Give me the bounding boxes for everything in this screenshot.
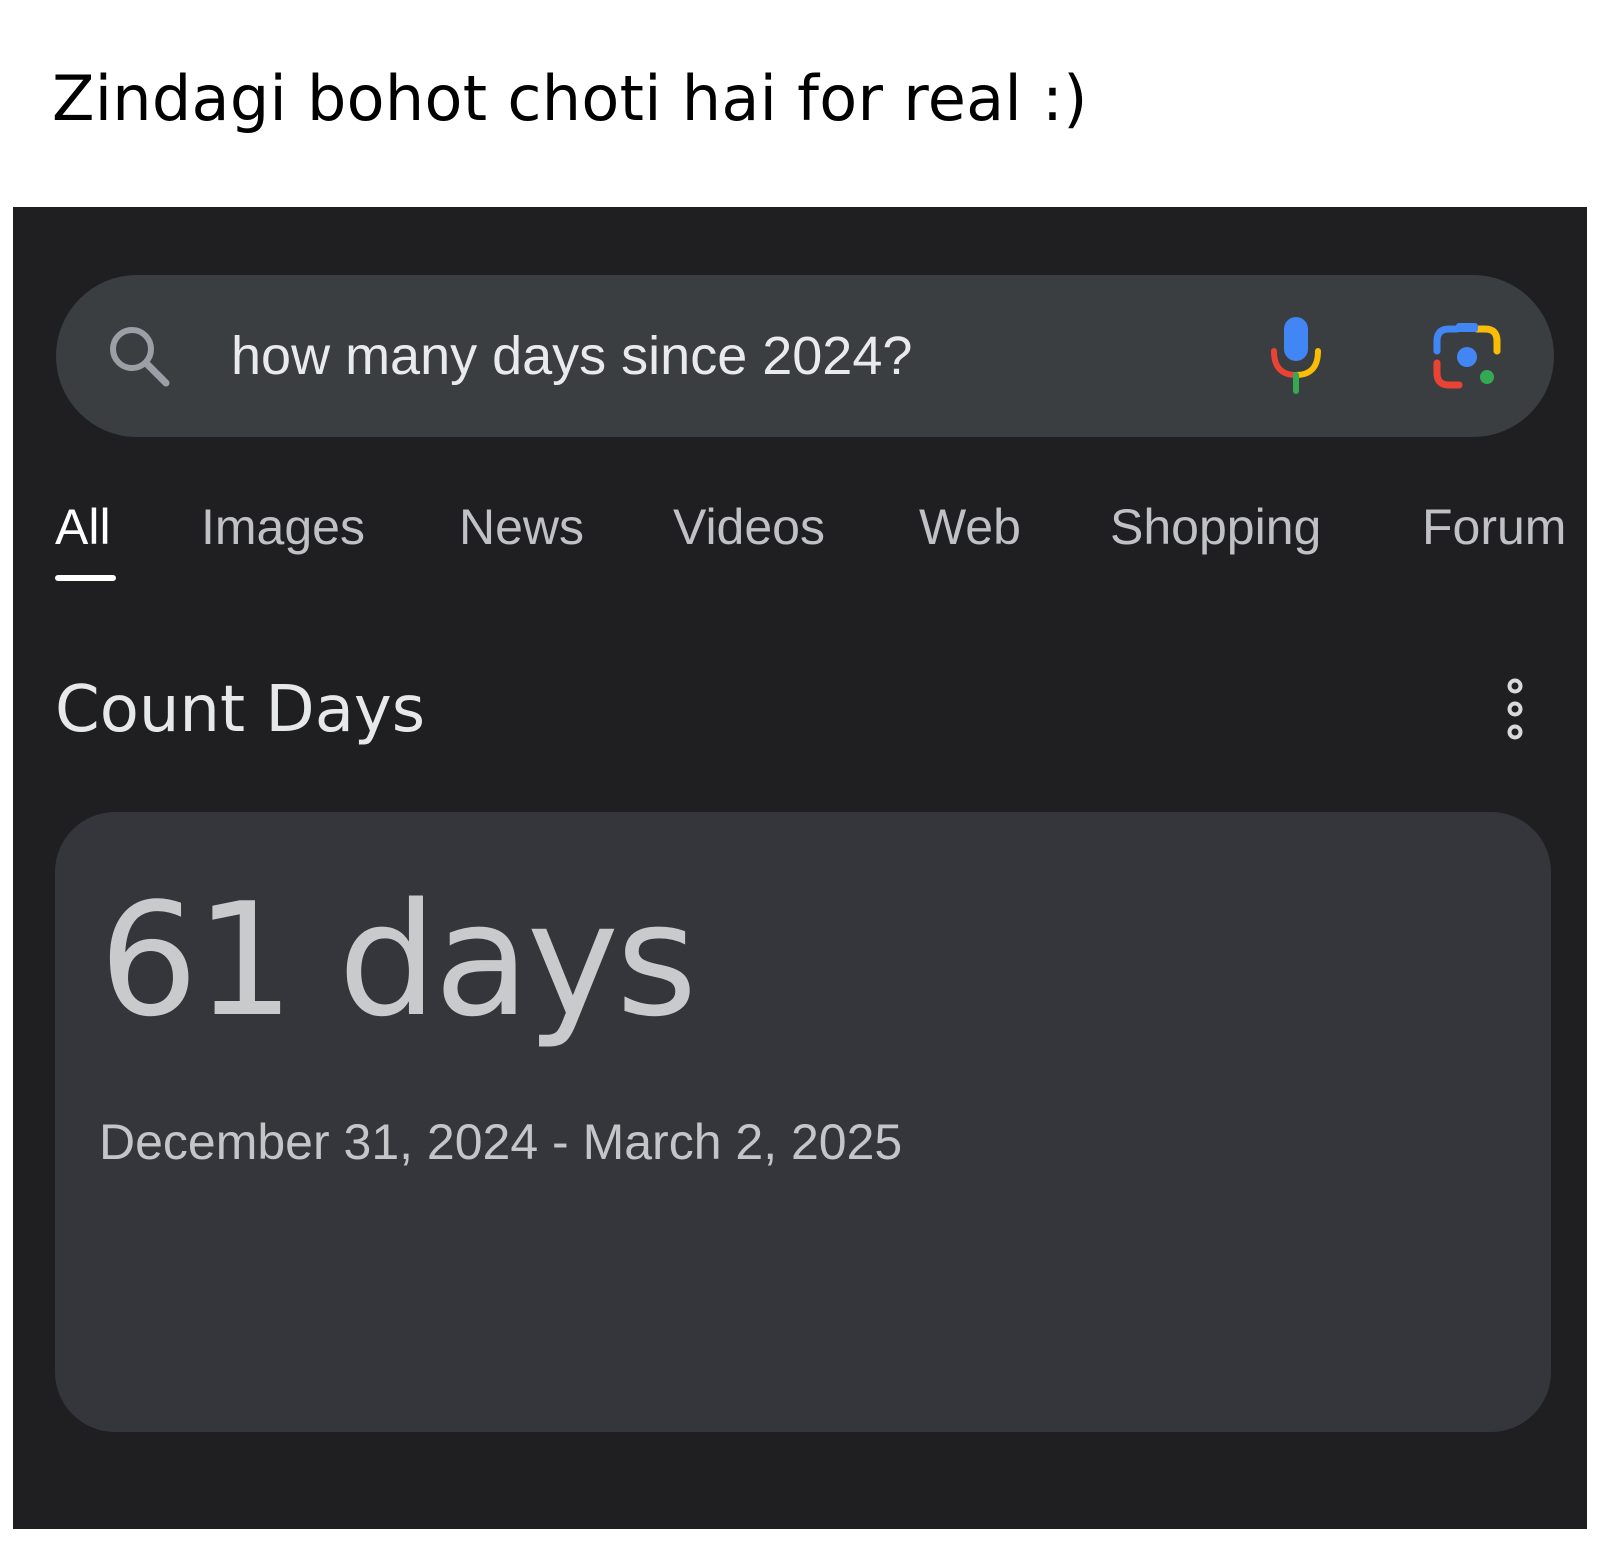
date-range: December 31, 2024 - March 2, 2025 [99, 1114, 903, 1170]
search-tabs: All Images News Videos Web Shopping Foru… [13, 497, 1587, 597]
search-results-screen: how many days since 2024? All Images New… [13, 207, 1587, 1529]
tab-news[interactable]: News [459, 497, 584, 557]
lens-camera-icon[interactable] [1429, 319, 1505, 395]
search-input[interactable]: how many days since 2024? [231, 323, 912, 389]
count-days-card: 61 days December 31, 2024 - March 2, 202… [55, 812, 1551, 1432]
section-title: Count Days [55, 673, 426, 747]
tab-web[interactable]: Web [919, 497, 1021, 557]
more-vertical-icon[interactable] [1501, 677, 1529, 741]
result-value: 61 days [99, 869, 697, 1051]
search-bar[interactable]: how many days since 2024? [56, 275, 1554, 437]
search-icon[interactable] [106, 323, 172, 389]
tab-shopping[interactable]: Shopping [1110, 497, 1321, 557]
tab-images[interactable]: Images [201, 497, 365, 557]
active-tab-indicator [55, 575, 116, 581]
tab-all[interactable]: All [55, 497, 111, 557]
tab-videos[interactable]: Videos [673, 497, 825, 557]
microphone-icon[interactable] [1264, 313, 1328, 397]
caption-text: Zindagi bohot choti hai for real :) [52, 62, 1088, 135]
tab-forum[interactable]: Forum [1422, 497, 1566, 557]
